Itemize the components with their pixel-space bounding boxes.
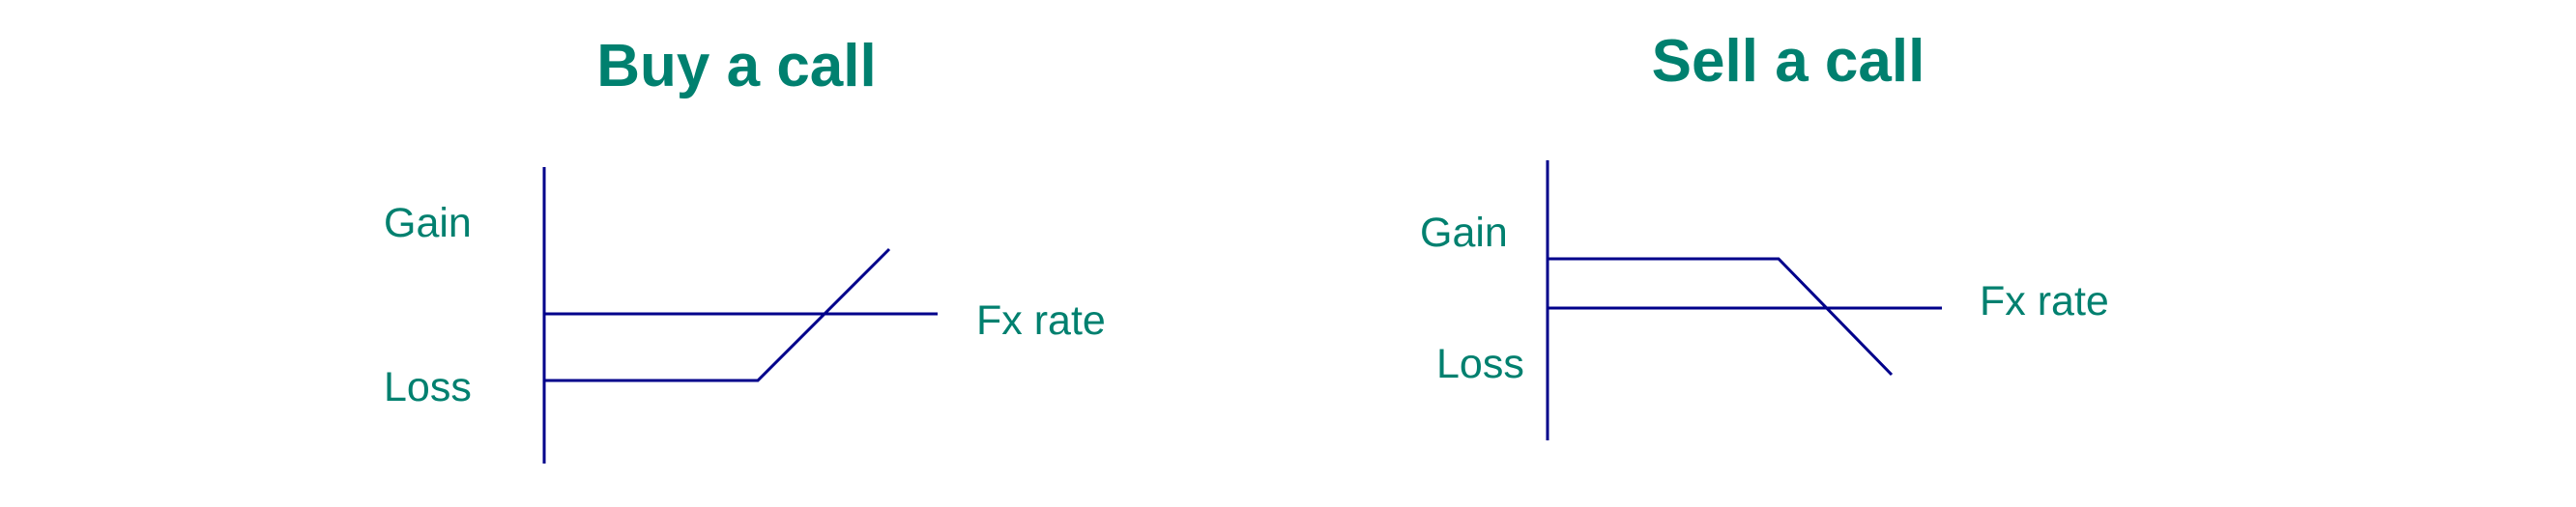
payoff-chart	[1546, 160, 1942, 440]
payoff-line	[1548, 257, 1894, 377]
buy-call-diagram: Buy a call Gain Loss Fx rate	[0, 0, 1286, 507]
payoff-chart	[542, 167, 938, 464]
sell-call-diagram: Sell a call Gain Loss Fx rate	[1286, 0, 2576, 507]
